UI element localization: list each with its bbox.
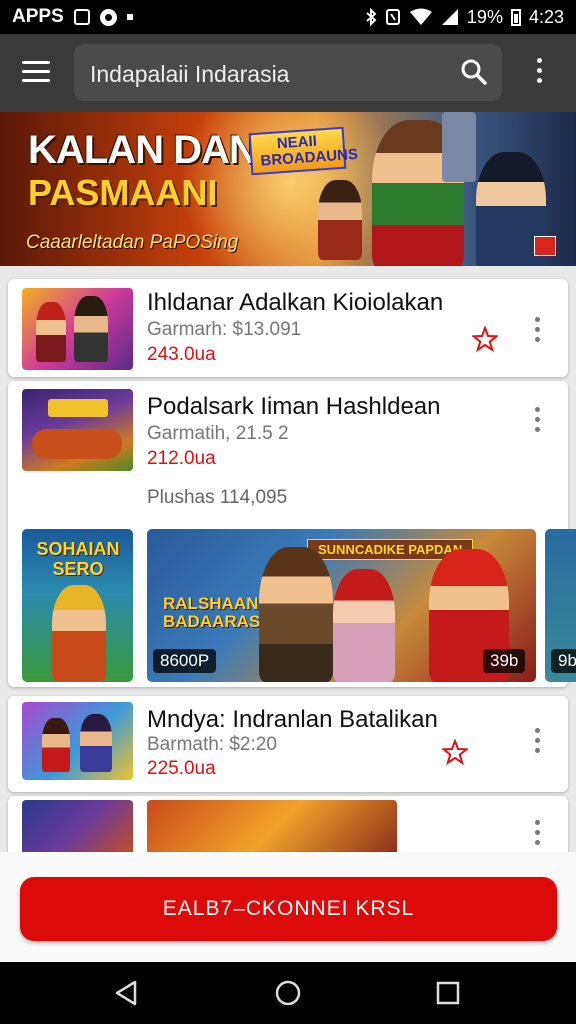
status-bar: APPS 19% 4:23 (0, 0, 576, 34)
search-query-text: Indapalaii Indarasia (90, 61, 290, 87)
banner-character-small (318, 180, 362, 260)
signal-icon (441, 9, 458, 25)
list-item[interactable]: Mndya: Indranlan Batalikan Barmath: $2:2… (8, 696, 568, 792)
hamburger-menu-icon[interactable] (22, 61, 50, 83)
recents-icon[interactable] (435, 980, 461, 1006)
home-icon[interactable] (274, 979, 302, 1007)
item-price: 243.0ua (147, 344, 216, 365)
tile-badge: 39b (483, 649, 526, 673)
battery-icon (510, 8, 521, 26)
status-app-label: APPS (12, 6, 64, 27)
star-icon[interactable] (442, 739, 468, 765)
primary-cta-button[interactable]: EALB7–CKONNEI KRSL (20, 877, 557, 941)
search-input[interactable]: Indapalaii Indarasia (74, 44, 502, 101)
notification-dot-icon (126, 14, 133, 20)
app-bar: Indapalaii Indarasia (0, 34, 576, 112)
back-icon[interactable] (113, 979, 141, 1007)
carousel-label: Plushas 114,095 (147, 487, 288, 508)
item-overflow-icon[interactable] (532, 728, 542, 756)
nfc-icon (385, 9, 400, 25)
item-thumbnail (22, 288, 133, 370)
tile-title: SOHAIAN SERO (36, 539, 120, 579)
notification-square-icon (73, 9, 90, 25)
item-overflow-icon[interactable] (532, 407, 542, 435)
bluetooth-icon (366, 8, 377, 26)
banner-ad-flag-icon[interactable] (534, 236, 556, 256)
tile-badge: 8600P (153, 649, 217, 673)
item-title: Mndya: Indranlan Batalikan (147, 706, 438, 733)
battery-percent: 19% (466, 6, 503, 27)
system-nav-bar (0, 962, 576, 1024)
star-icon[interactable] (472, 326, 498, 352)
search-icon[interactable] (460, 58, 488, 86)
item-price: 225.0ua (147, 758, 216, 779)
item-title: Ihldanar Adalkan Kioiolakan (147, 289, 444, 316)
wifi-icon (409, 8, 432, 25)
tile-badge: 9b (551, 649, 576, 673)
item-overflow-icon[interactable] (532, 317, 542, 345)
item-thumbnail (22, 389, 133, 471)
banner-title-line1: KALAN DAN (28, 128, 258, 172)
item-subtitle: Garmarh: $13.091 (147, 319, 302, 340)
notification-circle-icon (99, 8, 117, 26)
item-subtitle: Barmath: $2:20 (147, 734, 277, 755)
promo-banner[interactable]: KALAN DAN PASMAANI NEAII BROADAUNS Caaar… (0, 112, 576, 266)
banner-tower (442, 112, 476, 182)
banner-subtitle: Caaarleltadan PaPOSing (26, 232, 239, 253)
item-title: Podalsark Iiman Hashldean (147, 393, 441, 420)
item-overflow-icon[interactable] (532, 820, 542, 848)
item-subtitle: Garmatih, 21.5 2 (147, 423, 289, 444)
item-price: 212.0ua (147, 448, 216, 469)
banner-title-line2: PASMAANI (28, 172, 218, 213)
carousel-tile[interactable]: SOHAIAN SERO (22, 529, 133, 682)
item-thumbnail (22, 800, 133, 860)
item-thumbnail (147, 800, 397, 860)
overflow-menu-icon[interactable] (534, 58, 544, 88)
list-item[interactable]: Ihldanar Adalkan Kioiolakan Garmarh: $13… (8, 279, 568, 377)
item-thumbnail (22, 702, 133, 780)
banner-badge: NEAII BROADAUNS (248, 126, 358, 176)
screen: APPS 19% 4:23 Indapalaii Indarasia KALAN… (0, 0, 576, 1024)
tile-title: RALSHAAN BADAARAS (163, 594, 261, 631)
status-time: 4:23 (528, 6, 564, 27)
carousel-tile-featured[interactable]: SUNNCADIKE PAPDAN RALSHAAN BADAARAS 8600… (147, 529, 536, 682)
carousel-tile[interactable]: 9b (545, 529, 576, 682)
